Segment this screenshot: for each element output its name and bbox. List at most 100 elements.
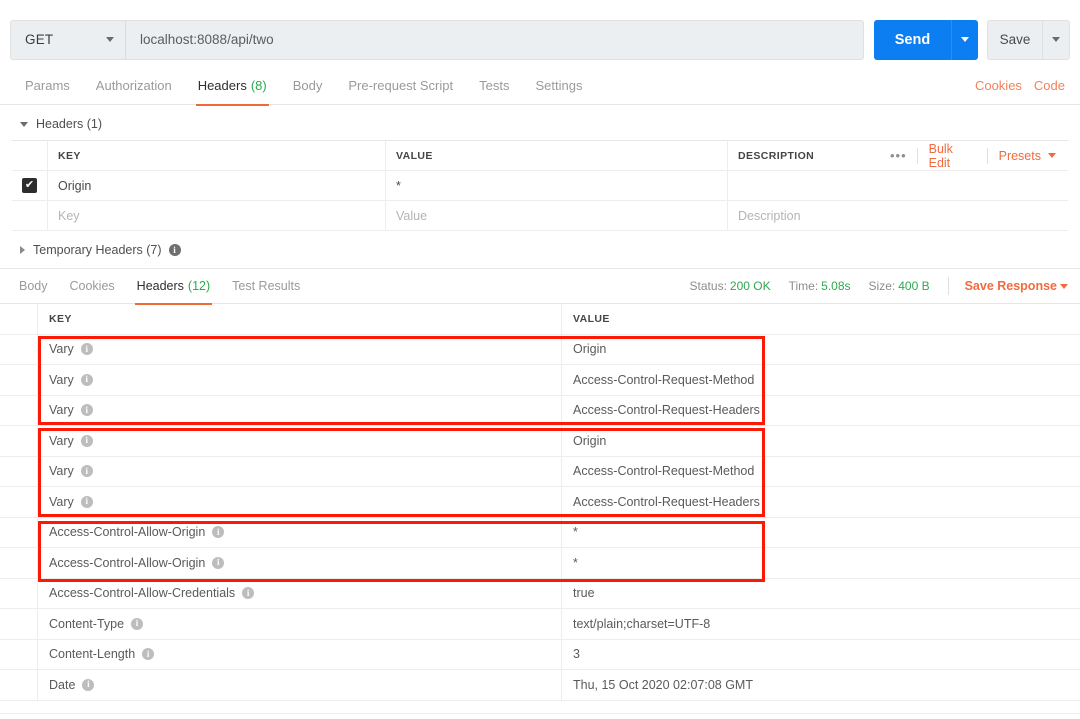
info-icon[interactable]: i: [142, 648, 155, 661]
status-metric: Status: 200 OK: [690, 279, 771, 293]
table-row: Date i Thu, 15 Oct 2020 02:07:08 GMT: [0, 670, 1080, 701]
cell-key: Vary i: [38, 365, 562, 395]
response-tab-body[interactable]: Body: [8, 268, 59, 304]
cell-placeholder: Key: [58, 208, 80, 223]
cell-value: text/plain;charset=UTF-8: [562, 609, 1080, 639]
tab-body[interactable]: Body: [280, 67, 336, 105]
info-icon[interactable]: i: [80, 373, 93, 386]
divider: [947, 277, 949, 295]
tab-label: Pre-request Script: [348, 78, 454, 93]
cell-text: Content-Length: [49, 647, 136, 662]
url-input[interactable]: localhost:8088/api/two: [125, 19, 864, 60]
column-header-value: VALUE: [573, 312, 610, 325]
cell-text: Vary: [49, 342, 74, 357]
gutter-cell: [0, 609, 38, 639]
cell-text: Origin: [573, 433, 607, 448]
time-metric: Time: 5.08s: [789, 279, 851, 293]
chevron-down-icon: [106, 37, 114, 42]
cell-key: Vary i: [38, 334, 562, 364]
time-value: 5.08s: [821, 279, 851, 293]
chevron-down-icon[interactable]: [1048, 153, 1056, 158]
table-row: Vary i Access-Control-Request-Headers: [0, 395, 1080, 426]
chevron-down-icon: [1052, 37, 1060, 42]
cell-text: Origin: [573, 342, 607, 357]
http-method-label: GET: [25, 32, 54, 47]
panel-bottom-edge: [0, 713, 1080, 719]
response-tab-cookies[interactable]: Cookies: [59, 268, 126, 304]
row-actions: [880, 201, 1068, 230]
postman-request-response-panel: GET localhost:8088/api/two Send Save Par…: [0, 0, 1080, 719]
row-checkbox-cell: ✔: [12, 171, 48, 200]
info-icon[interactable]: i: [80, 343, 93, 356]
save-button-group: Save: [987, 19, 1070, 60]
cell-text: Access-Control-Request-Headers: [573, 494, 760, 509]
cell-description[interactable]: [728, 171, 880, 200]
info-icon[interactable]: i: [212, 556, 225, 569]
info-icon[interactable]: i: [80, 404, 93, 417]
response-tab-test-results[interactable]: Test Results: [221, 268, 311, 304]
cell-value: Access-Control-Request-Method: [562, 457, 1080, 487]
temporary-headers-title: Temporary Headers (7): [33, 243, 162, 257]
row-checkbox[interactable]: ✔: [22, 178, 37, 193]
column-header-key: KEY: [38, 304, 562, 334]
table-row: Vary i Access-Control-Request-Method: [0, 365, 1080, 396]
info-icon[interactable]: i: [131, 617, 144, 630]
cell-text: Vary: [49, 372, 74, 387]
cell-description[interactable]: Description: [728, 201, 880, 230]
send-options-button[interactable]: [951, 19, 978, 60]
cell-text: Vary: [49, 433, 74, 448]
save-button[interactable]: Save: [987, 19, 1042, 60]
tab-pre-request-script[interactable]: Pre-request Script: [335, 67, 466, 105]
chevron-down-icon: [961, 37, 969, 42]
cell-value[interactable]: *: [386, 171, 728, 200]
http-method-selector[interactable]: GET: [10, 19, 125, 60]
code-link[interactable]: Code: [1034, 78, 1065, 93]
table-row: Vary i Access-Control-Request-Method: [0, 456, 1080, 487]
tab-label: Headers: [197, 78, 247, 93]
cell-key[interactable]: Key: [48, 201, 386, 230]
temporary-headers-toggle[interactable]: Temporary Headers (7) i: [0, 236, 1080, 264]
cell-text: *: [396, 178, 401, 193]
table-row: Vary i Access-Control-Request-Headers: [0, 487, 1080, 518]
info-icon[interactable]: i: [168, 244, 181, 256]
cell-text: Vary: [49, 464, 74, 479]
presets-link[interactable]: Presets: [988, 149, 1052, 163]
info-icon[interactable]: i: [212, 526, 225, 539]
info-icon[interactable]: i: [80, 465, 93, 478]
more-options-icon[interactable]: •••: [880, 148, 917, 163]
tab-authorization[interactable]: Authorization: [83, 67, 185, 105]
table-header-row: KEY VALUE: [0, 304, 1080, 335]
tab-label: Body: [292, 78, 323, 93]
info-icon[interactable]: i: [80, 495, 93, 508]
info-icon[interactable]: i: [82, 678, 95, 691]
tab-settings[interactable]: Settings: [522, 67, 595, 105]
cell-text: Access-Control-Allow-Origin: [49, 525, 206, 540]
tab-headers[interactable]: Headers (8): [185, 67, 280, 106]
bulk-edit-link[interactable]: Bulk Edit: [918, 142, 987, 170]
table-row: Vary i Origin: [0, 334, 1080, 365]
cell-value: 3: [562, 640, 1080, 670]
response-tab-headers[interactable]: Headers (12): [126, 268, 221, 305]
cell-key: Vary i: [38, 395, 562, 425]
save-response-button[interactable]: Save Response: [965, 279, 1068, 293]
status-value: 200 OK: [729, 279, 771, 293]
cell-key: Content-Length i: [38, 639, 562, 669]
cell-text: Thu, 15 Oct 2020 02:07:08 GMT: [573, 677, 753, 692]
cell-value[interactable]: Value: [386, 201, 728, 230]
cell-key: Access-Control-Allow-Origin i: [38, 548, 562, 578]
info-icon[interactable]: i: [242, 587, 255, 600]
gutter-cell: [0, 426, 38, 456]
headers-section-toggle[interactable]: Headers (1): [0, 110, 1080, 138]
cell-key[interactable]: Origin: [48, 171, 386, 200]
info-icon[interactable]: i: [80, 434, 93, 447]
cell-text: Access-Control-Request-Headers: [573, 403, 760, 418]
cell-text: 3: [573, 647, 580, 662]
gutter-cell: [0, 365, 38, 395]
send-button[interactable]: Send: [874, 19, 951, 60]
cookies-link[interactable]: Cookies: [975, 78, 1022, 93]
cell-value: Access-Control-Request-Headers: [562, 396, 1080, 426]
tab-params[interactable]: Params: [12, 67, 83, 105]
save-options-button[interactable]: [1042, 19, 1070, 60]
url-bar: GET localhost:8088/api/two Send Save: [0, 0, 1080, 67]
tab-tests[interactable]: Tests: [466, 67, 522, 105]
